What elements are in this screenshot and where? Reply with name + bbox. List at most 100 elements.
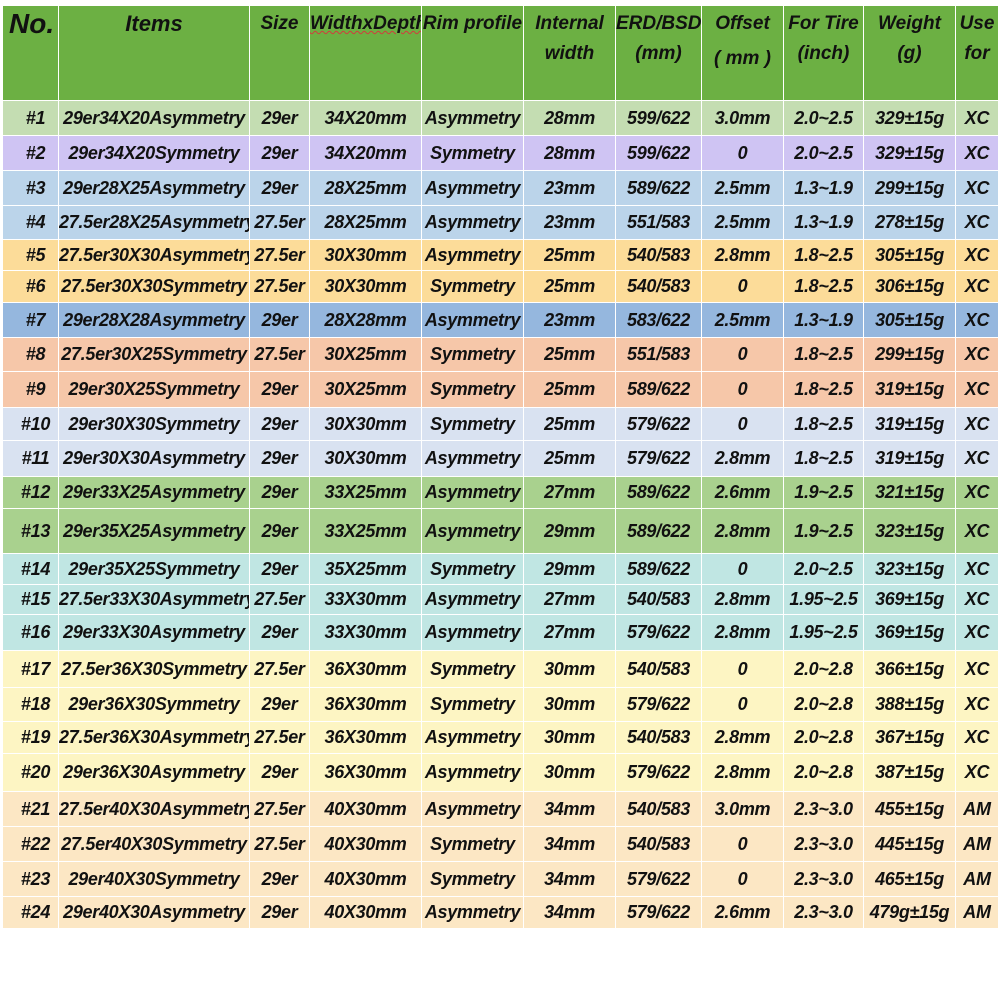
row-weight: 455±15g bbox=[863, 791, 956, 827]
row-size: 29er bbox=[249, 687, 310, 722]
row-number: #13 bbox=[2, 508, 59, 554]
row-rim-profile: Asymmetry bbox=[421, 100, 524, 136]
row-use-for: XC bbox=[955, 553, 999, 585]
row-weight: 278±15g bbox=[863, 205, 956, 240]
row-rim-profile: Asymmetry bbox=[421, 721, 524, 754]
row-item-name: 29er30X25Symmetry bbox=[58, 371, 250, 408]
row-offset: 2.8mm bbox=[701, 721, 784, 754]
row-tire-range: 1.9~2.5 bbox=[783, 508, 864, 554]
row-rim-profile: Symmetry bbox=[421, 553, 524, 585]
row-number: #12 bbox=[2, 476, 59, 509]
row-use-for: XC bbox=[955, 302, 999, 338]
row-width-depth: 30X25mm bbox=[309, 337, 422, 372]
row-weight: 305±15g bbox=[863, 302, 956, 338]
header-rim-profile-label: Rim profile bbox=[422, 13, 523, 34]
row-number: #7 bbox=[2, 302, 59, 338]
row-size: 27.5er bbox=[249, 337, 310, 372]
row-erd-bsd: 579/622 bbox=[615, 896, 702, 929]
row-internal-width: 23mm bbox=[523, 302, 616, 338]
row-tire-range: 1.9~2.5 bbox=[783, 476, 864, 509]
header-size: Size bbox=[249, 5, 310, 101]
row-item-name: 29er36X30Asymmetry bbox=[58, 753, 250, 792]
row-erd-bsd: 540/583 bbox=[615, 650, 702, 688]
header-weight: Weight (g) bbox=[863, 5, 956, 101]
table-row: #6 27.5er30X30Symmetry 27.5er 30X30mm Symmet… bbox=[2, 270, 999, 303]
row-erd-bsd: 589/622 bbox=[615, 476, 702, 509]
row-erd-bsd: 540/583 bbox=[615, 721, 702, 754]
row-erd-bsd: 579/622 bbox=[615, 440, 702, 477]
row-rim-profile: Asymmetry bbox=[421, 614, 524, 651]
row-size: 29er bbox=[249, 861, 310, 897]
row-internal-width: 27mm bbox=[523, 476, 616, 509]
row-internal-width: 25mm bbox=[523, 239, 616, 271]
table-row: #21 27.5er40X30Asymmetry 27.5er 40X30mm Asym… bbox=[2, 791, 999, 827]
row-offset: 0 bbox=[701, 270, 784, 303]
row-item-name: 27.5er33X30Asymmetry bbox=[58, 584, 250, 615]
row-offset: 2.8mm bbox=[701, 584, 784, 615]
row-number: #15 bbox=[2, 584, 59, 615]
row-use-for: AM bbox=[955, 896, 999, 929]
table-row: #10 29er30X30Symmetry 29er 30X30mm Symmetry 2… bbox=[2, 407, 999, 441]
row-internal-width: 34mm bbox=[523, 826, 616, 862]
row-erd-bsd: 540/583 bbox=[615, 826, 702, 862]
row-width-depth: 40X30mm bbox=[309, 826, 422, 862]
row-weight: 445±15g bbox=[863, 826, 956, 862]
row-size: 29er bbox=[249, 135, 310, 171]
row-size: 27.5er bbox=[249, 270, 310, 303]
row-use-for: XC bbox=[955, 508, 999, 554]
header-use-line1: Use bbox=[959, 13, 995, 34]
row-rim-profile: Asymmetry bbox=[421, 170, 524, 206]
header-width-depth-label: WidthxDepth bbox=[310, 13, 422, 34]
row-tire-range: 1.8~2.5 bbox=[783, 239, 864, 271]
row-erd-bsd: 589/622 bbox=[615, 371, 702, 408]
row-offset: 2.5mm bbox=[701, 170, 784, 206]
row-rim-profile: Symmetry bbox=[421, 687, 524, 722]
table-row: #18 29er36X30Symmetry 29er 36X30mm Symmetry 3… bbox=[2, 687, 999, 722]
header-erd-line2: (mm) bbox=[635, 43, 682, 64]
row-offset: 0 bbox=[701, 371, 784, 408]
row-rim-profile: Symmetry bbox=[421, 337, 524, 372]
row-erd-bsd: 540/583 bbox=[615, 791, 702, 827]
row-number: #9 bbox=[2, 371, 59, 408]
row-offset: 2.8mm bbox=[701, 239, 784, 271]
row-offset: 2.8mm bbox=[701, 508, 784, 554]
row-size: 29er bbox=[249, 553, 310, 585]
header-tire-line2: (inch) bbox=[797, 43, 850, 64]
row-offset: 0 bbox=[701, 553, 784, 585]
row-internal-width: 27mm bbox=[523, 614, 616, 651]
row-rim-profile: Asymmetry bbox=[421, 476, 524, 509]
row-item-name: 27.5er36X30Symmetry bbox=[58, 650, 250, 688]
row-number: #22 bbox=[2, 826, 59, 862]
row-use-for: XC bbox=[955, 440, 999, 477]
row-item-name: 29er35X25Asymmetry bbox=[58, 508, 250, 554]
row-offset: 0 bbox=[701, 407, 784, 441]
row-offset: 0 bbox=[701, 861, 784, 897]
row-number: #23 bbox=[2, 861, 59, 897]
row-use-for: XC bbox=[955, 753, 999, 792]
row-internal-width: 23mm bbox=[523, 205, 616, 240]
table-row: #20 29er36X30Asymmetry 29er 36X30mm Asymmetr… bbox=[2, 753, 999, 792]
row-erd-bsd: 579/622 bbox=[615, 614, 702, 651]
row-item-name: 29er35X25Symmetry bbox=[58, 553, 250, 585]
row-weight: 329±15g bbox=[863, 135, 956, 171]
row-item-name: 29er33X25Asymmetry bbox=[58, 476, 250, 509]
row-item-name: 29er33X30Asymmetry bbox=[58, 614, 250, 651]
row-erd-bsd: 540/583 bbox=[615, 239, 702, 271]
table-row: #9 29er30X25Symmetry 29er 30X25mm Symmetry 25… bbox=[2, 371, 999, 408]
header-erd-line1: ERD/BSD bbox=[616, 13, 702, 34]
row-width-depth: 40X30mm bbox=[309, 791, 422, 827]
row-item-name: 29er28X28Asymmetry bbox=[58, 302, 250, 338]
row-offset: 3.0mm bbox=[701, 100, 784, 136]
row-size: 27.5er bbox=[249, 239, 310, 271]
header-row: No. Items Size WidthxDepth Rim profile I… bbox=[2, 5, 999, 101]
row-rim-profile: Symmetry bbox=[421, 270, 524, 303]
row-weight: 387±15g bbox=[863, 753, 956, 792]
table-row: #17 27.5er36X30Symmetry 27.5er 36X30mm Symme… bbox=[2, 650, 999, 688]
row-item-name: 29er28X25Asymmetry bbox=[58, 170, 250, 206]
header-offset-line1: Offset bbox=[715, 13, 770, 34]
table-row: #4 27.5er28X25Asymmetry 27.5er 28X25mm Asymm… bbox=[2, 205, 999, 240]
row-tire-range: 1.8~2.5 bbox=[783, 371, 864, 408]
row-erd-bsd: 579/622 bbox=[615, 861, 702, 897]
row-tire-range: 1.95~2.5 bbox=[783, 614, 864, 651]
header-offset: Offset ( mm ) bbox=[701, 5, 784, 101]
